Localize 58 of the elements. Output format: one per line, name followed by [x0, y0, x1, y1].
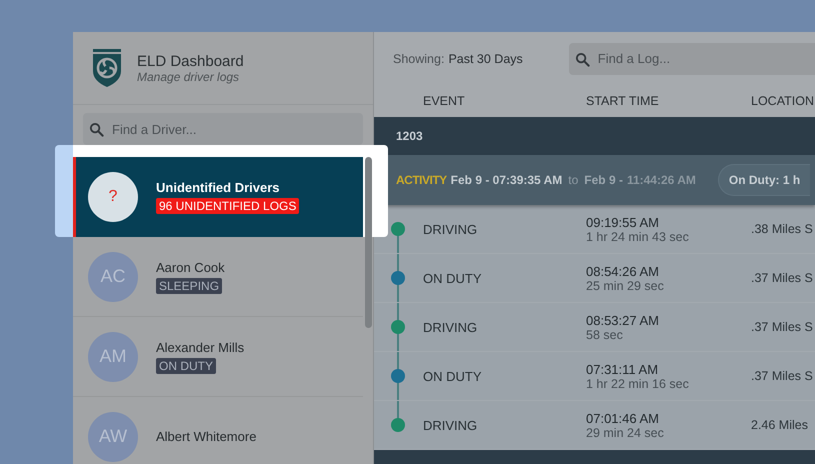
location-text: .37 Miles S [751, 320, 813, 334]
shield-logo-icon [91, 49, 123, 87]
event-duration: 58 sec [586, 328, 624, 342]
event-duration: 25 min 29 sec [586, 278, 665, 292]
start-time: 07:01:46 AM [586, 410, 660, 426]
event-duration: 1 hr 24 min 43 sec [586, 230, 690, 244]
driver-list-item[interactable]: AM Alexander Mills ON DUTY [73, 317, 363, 397]
driver-name: Aaron Cook [156, 260, 225, 274]
driver-name: Alexander Mills [156, 340, 244, 354]
event-duration: 29 min 24 sec [586, 426, 665, 440]
log-row[interactable]: ON DUTY 07:31:11 AM 1 hr 22 min 16 sec .37 Miles S [374, 352, 815, 401]
activity-start: Feb 9 - 07:39:35 AM [450, 173, 562, 187]
driver-initials-avatar: AW [88, 412, 138, 462]
start-time: 08:54:26 AM [586, 264, 660, 278]
event-type: DRIVING [423, 418, 478, 432]
location-text: 2.46 Miles [751, 418, 808, 432]
driver-initials-avatar: AM [88, 332, 138, 382]
location-text: .37 Miles S [751, 369, 813, 383]
duty-total-pill: On Duty: 1 h [718, 164, 810, 196]
location-text: .37 Miles S [751, 271, 813, 285]
status-badge: ON DUTY [156, 358, 216, 374]
scrollbar-thumb[interactable] [364, 157, 372, 328]
activity-end-time: 11:44:26 AM [626, 173, 696, 187]
driver-name: Unidentified Drivers [156, 180, 280, 195]
filter-label: Showing: [393, 52, 444, 66]
app-subtitle: Manage driver logs [137, 70, 240, 84]
start-time: 08:53:27 AM [586, 312, 660, 328]
status-badge: SLEEPING [156, 278, 222, 294]
start-time: 09:19:55 AM [586, 214, 660, 230]
event-type: DRIVING [423, 222, 478, 236]
event-type: ON DUTY [423, 270, 482, 286]
log-row[interactable]: DRIVING 09:19:55 AM 1 hr 24 min 43 sec .38 Miles S [374, 205, 815, 254]
column-header[interactable]: START TIME [586, 94, 751, 108]
start-time: 07:31:11 AM [586, 362, 660, 376]
log-row[interactable]: DRIVING 07:01:46 AM 29 min 24 sec 2.46 Miles [374, 401, 815, 450]
app-title: ELD Dashboard [137, 52, 244, 70]
driver-search-field[interactable]: Find a Driver... [83, 113, 363, 145]
driver-name: Albert Whitemore [156, 429, 256, 444]
unknown-driver-avatar: ? [88, 172, 138, 222]
log-row[interactable]: ON DUTY 08:54:26 AM 25 min 29 sec .37 Miles S [374, 254, 815, 303]
activity-to: to [568, 173, 578, 187]
driver-list-item[interactable]: AW Albert Whitemore [73, 397, 363, 464]
event-type: DRIVING [423, 320, 478, 334]
column-header[interactable]: LOCATION [751, 94, 815, 108]
unidentified-logs-badge: 96 UNIDENTIFIED LOGS [156, 198, 300, 214]
location-text: .38 Miles S [751, 222, 813, 236]
log-search-field[interactable]: Find a Log... [568, 42, 815, 74]
activity-end-date: Feb 9 - [584, 173, 623, 187]
driver-list-item[interactable]: ? Unidentified Drivers 96 UNIDENTIFIED LOGS [73, 157, 363, 237]
driver-initials-avatar: AC [88, 252, 138, 302]
event-type: ON DUTY [423, 368, 482, 384]
group-title: 1203 [396, 129, 423, 143]
log-row[interactable]: DRIVING 08:53:27 AM 58 sec .37 Miles S [374, 303, 815, 352]
driver-list-item[interactable]: AC Aaron Cook SLEEPING [73, 237, 363, 317]
event-duration: 1 hr 22 min 16 sec [586, 376, 690, 390]
column-header[interactable]: EVENT [374, 94, 586, 108]
activity-label: ACTIVITY [396, 173, 447, 187]
date-range-filter[interactable]: Past 30 Days [448, 52, 523, 66]
